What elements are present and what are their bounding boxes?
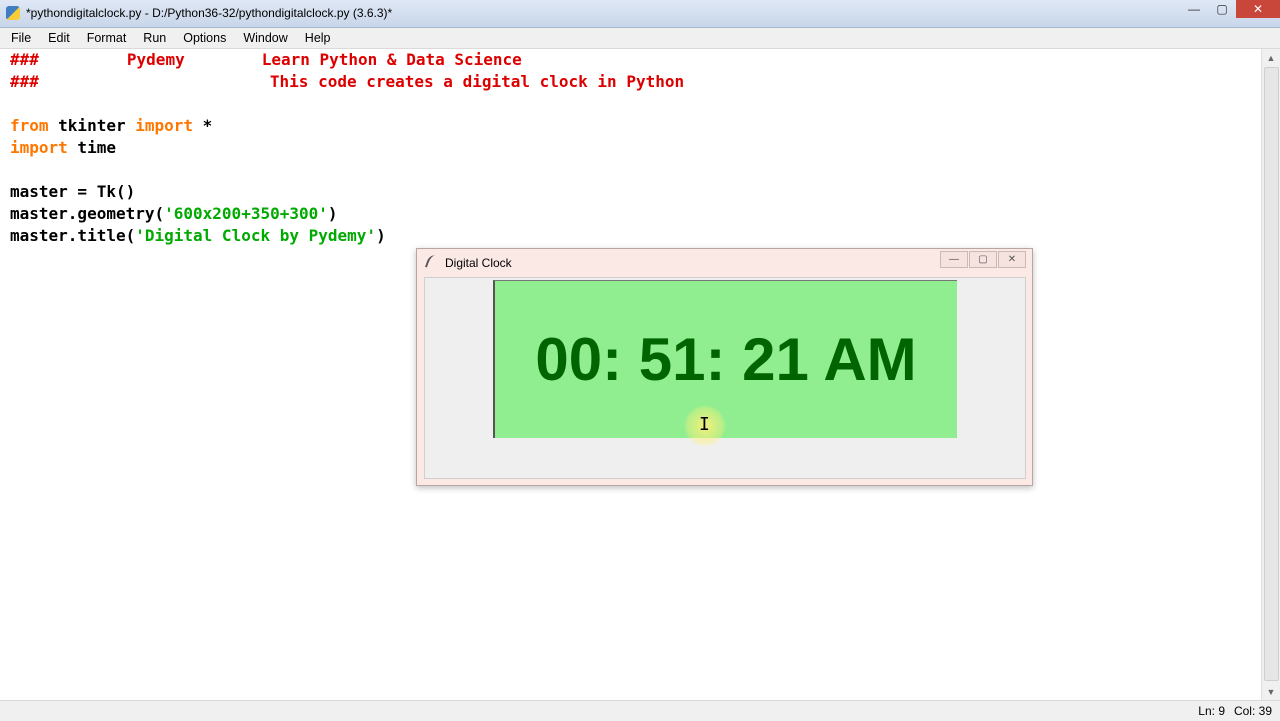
vertical-scrollbar[interactable]: ▲ ▼	[1261, 49, 1280, 700]
scroll-up-icon[interactable]: ▲	[1262, 49, 1280, 66]
comment-brand: Pydemy	[126, 50, 185, 69]
clock-window-controls: — ▢ ✕	[939, 251, 1026, 271]
comment-tagline: Learn Python & Data Science	[261, 50, 522, 69]
string-literal: '600x200+350+300'	[164, 204, 328, 223]
maximize-button[interactable]: ▢	[1208, 0, 1236, 18]
clock-minimize-button[interactable]: —	[940, 251, 968, 268]
code-line-2: ### This code creates a digital clock in …	[10, 71, 684, 93]
clock-window-title: Digital Clock	[445, 256, 512, 270]
close-button[interactable]: ✕	[1236, 0, 1280, 18]
clock-time-label: 00: 51: 21 AM	[493, 280, 957, 438]
code-call: master.title(	[10, 226, 136, 245]
status-bar: Ln: 9 Col: 39	[0, 700, 1280, 721]
comment-desc: This code creates a digital clock in Pyt…	[269, 72, 685, 91]
menu-edit[interactable]: Edit	[42, 31, 76, 45]
digital-clock-window[interactable]: Digital Clock — ▢ ✕ 00: 51: 21 AM	[416, 248, 1033, 486]
code-paren: )	[327, 204, 338, 223]
code-line-9: master.title('Digital Clock by Pydemy')	[10, 225, 386, 247]
comment-hash: ###	[10, 72, 39, 91]
window-title: *pythondigitalclock.py - D:/Python36-32/…	[26, 6, 393, 20]
scrollbar-thumb[interactable]	[1264, 67, 1279, 681]
code-paren: )	[376, 226, 386, 245]
keyword-import: import	[10, 138, 68, 157]
menu-bar: File Edit Format Run Options Window Help	[0, 28, 1280, 49]
menu-help[interactable]: Help	[299, 31, 337, 45]
menu-run[interactable]: Run	[137, 31, 172, 45]
keyword-from: from	[10, 116, 49, 135]
clock-client-area: 00: 51: 21 AM	[424, 277, 1026, 479]
clock-maximize-button[interactable]: ▢	[969, 251, 997, 268]
scroll-down-icon[interactable]: ▼	[1262, 683, 1280, 700]
string-literal: 'Digital Clock by Pydemy'	[135, 226, 377, 245]
module-name: time	[67, 138, 116, 157]
clock-title-bar[interactable]: Digital Clock — ▢ ✕	[417, 249, 1032, 277]
code-call: master.geometry(	[10, 204, 165, 223]
clock-close-button[interactable]: ✕	[998, 251, 1026, 268]
menu-window[interactable]: Window	[237, 31, 293, 45]
keyword-import: import	[135, 116, 194, 135]
code-line-8: master.geometry('600x200+350+300')	[10, 203, 338, 225]
import-star: *	[193, 116, 213, 135]
column-number: Col: 39	[1233, 704, 1272, 718]
idle-title-bar[interactable]: *pythondigitalclock.py - D:/Python36-32/…	[0, 0, 1280, 28]
code-line-5: import time	[10, 137, 116, 159]
menu-options[interactable]: Options	[177, 31, 232, 45]
comment-hash: ###	[10, 50, 39, 69]
code-line-7: master = Tk()	[10, 182, 136, 201]
feather-icon	[424, 253, 440, 271]
minimize-button[interactable]: —	[1180, 0, 1208, 18]
module-name: tkinter	[48, 116, 136, 135]
python-app-icon	[6, 6, 20, 20]
code-line-1: ### Pydemy Learn Python & Data Science	[10, 49, 522, 71]
window-controls: — ▢ ✕	[1180, 0, 1280, 20]
menu-file[interactable]: File	[5, 31, 37, 45]
ibeam-cursor-icon: I	[699, 414, 710, 435]
line-number: Ln: 9	[1198, 704, 1225, 718]
menu-format[interactable]: Format	[81, 31, 133, 45]
code-line-4: from tkinter import *	[10, 115, 212, 137]
